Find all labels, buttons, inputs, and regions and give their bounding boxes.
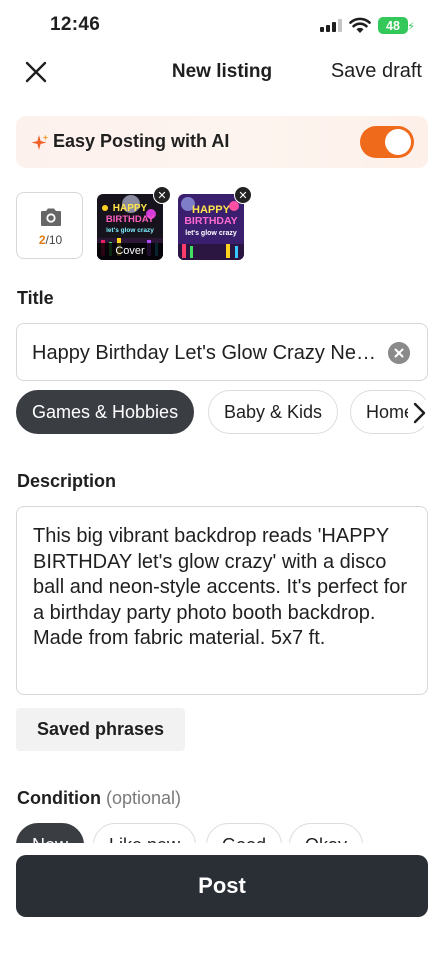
wifi-icon [349,17,371,33]
clear-title-icon[interactable] [388,342,410,364]
photo-count-max: /10 [45,233,63,247]
condition-chip-good[interactable]: Good [206,823,283,843]
chevron-right-icon [413,402,426,424]
post-button[interactable]: Post [16,855,428,917]
category-chip-games-hobbies[interactable]: Games & Hobbies [16,390,195,434]
photo-thumbnail[interactable]: HAPPY BIRTHDAY let's glow crazy [178,194,244,260]
add-photo-button[interactable]: 2/10 [16,192,83,259]
description-label: Description [17,471,117,491]
title-input[interactable]: Happy Birthday Let's Glow Crazy Neon Bac… [16,323,428,381]
description-input[interactable]: This big vibrant backdrop reads 'HAPPY B… [16,506,428,695]
save-draft-button[interactable]: Save draft [331,60,422,83]
photo-text-tagline: let's glow crazy [106,227,154,234]
remove-photo-button[interactable]: ✕ [234,186,252,204]
condition-chip-new[interactable]: New [16,823,85,843]
ai-posting-toggle[interactable] [360,126,414,158]
condition-label-text: Condition [17,788,101,808]
status-bar: 12:46 48 ⚡ [0,0,444,54]
remove-photo-button[interactable]: ✕ [153,186,171,204]
title-label: Title [17,288,54,308]
condition-optional-text: (optional) [106,788,182,808]
category-chips: Games & Hobbies Baby & Kids Home [16,390,444,436]
sparkle-icon [31,134,49,150]
condition-label: Condition (optional) [17,788,181,809]
photo-text-birthday: BIRTHDAY [105,214,155,225]
battery-charging-icon: 48 ⚡ [378,17,415,34]
photo-row: 2/10 HAPPY BIRTHDAY let's glow crazy Cov… [16,186,436,260]
camera-icon [41,208,61,226]
saved-phrases-button[interactable]: Saved phrases [16,708,185,751]
chips-scroll-right[interactable] [408,400,430,426]
charging-bolt-icon: ⚡ [407,21,415,33]
cover-label: Cover [97,243,163,260]
cellular-signal-icon [320,19,342,32]
photo-count-current: 2 [38,233,46,247]
photo-thumbnail[interactable]: HAPPY BIRTHDAY let's glow crazy Cover [97,194,163,260]
ai-posting-banner: Easy Posting with AI [16,116,428,168]
condition-chip-like-new[interactable]: Like new [93,823,197,843]
photo-text-happy: HAPPY [112,203,148,214]
photo-text-birthday: BIRTHDAY [184,215,238,227]
title-input-value: Happy Birthday Let's Glow Crazy Neon Bac… [32,342,376,364]
toggle-knob [385,129,411,155]
photo-text-tagline: let's glow crazy [185,230,237,237]
condition-chips: New Like new Good Okay [16,823,436,843]
top-nav: New listing Save draft [0,52,444,92]
category-chip-baby-kids[interactable]: Baby & Kids [208,390,339,434]
photo-count: 2/10 [17,233,84,247]
description-value: This big vibrant backdrop reads 'HAPPY B… [33,525,408,650]
condition-chip-okay[interactable]: Okay [289,823,364,843]
ai-posting-label: Easy Posting with AI [53,131,230,151]
battery-level: 48 [386,18,400,33]
status-time: 12:46 [50,14,101,35]
